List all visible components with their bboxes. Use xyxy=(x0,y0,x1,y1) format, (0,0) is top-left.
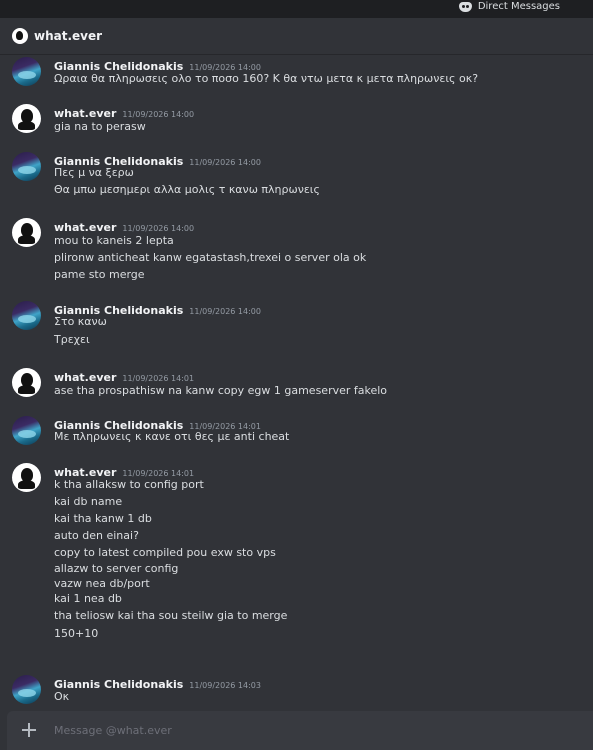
message-text: pame sto merge xyxy=(54,268,145,281)
channel-avatar[interactable] xyxy=(12,28,28,44)
message-text: tha teliosw kai tha sou steilw gia to me… xyxy=(54,609,288,622)
author-name[interactable]: what.ever xyxy=(54,371,116,384)
message-list: Giannis Chelidonakis 11/09/2026 14:00 Ωραι… xyxy=(0,55,593,710)
timestamp: 11/09/2026 14:00 xyxy=(189,158,261,167)
message-text: kai db name xyxy=(54,495,123,508)
message-text: plironw anticheat kanw egatastash,trexei… xyxy=(54,251,367,264)
message-text: copy to latest compiled pou exw sto vps xyxy=(54,546,276,559)
avatar[interactable] xyxy=(12,301,41,330)
avatar[interactable] xyxy=(12,104,41,133)
top-bar: Direct Messages xyxy=(0,0,593,18)
avatar[interactable] xyxy=(12,57,41,86)
message-header: what.ever 11/09/2026 14:00 xyxy=(54,216,194,235)
message-input[interactable] xyxy=(54,720,574,740)
message-text: Ωραια θα πληρωσεις ολο το ποσο 160? Κ θα… xyxy=(54,72,479,85)
timestamp: 11/09/2026 14:01 xyxy=(122,469,195,478)
message-text: Πες μ να ξερω xyxy=(54,166,134,179)
message-text: Οκ xyxy=(54,690,70,703)
avatar[interactable] xyxy=(12,152,41,181)
author-name[interactable]: what.ever xyxy=(54,107,116,120)
avatar[interactable] xyxy=(12,463,41,492)
author-name[interactable]: what.ever xyxy=(54,221,116,234)
timestamp: 11/09/2026 14:00 xyxy=(122,110,195,119)
message-text: Με πληρωνεις κ κανε οτι θες με anti chea… xyxy=(54,430,290,443)
message-text: allazw to server config xyxy=(54,562,179,575)
message-text: kai 1 nea db xyxy=(54,592,122,605)
message-text: Τρεχει xyxy=(54,333,90,346)
message-text: Θα μπω μεσημερι αλλα μολις τ κανω πληρων… xyxy=(54,183,320,196)
discord-icon xyxy=(458,1,472,12)
message-text: auto den einai? xyxy=(54,529,139,542)
author-name[interactable]: Giannis Chelidonakis xyxy=(54,678,183,691)
avatar[interactable] xyxy=(12,416,41,445)
timestamp: 11/09/2026 14:01 xyxy=(122,374,195,383)
avatar[interactable] xyxy=(12,368,41,397)
message-text: k tha allaksw to config port xyxy=(54,478,204,491)
direct-messages-label[interactable]: Direct Messages xyxy=(458,1,560,12)
timestamp: 11/09/2026 14:00 xyxy=(122,224,195,233)
timestamp: 11/09/2026 14:00 xyxy=(189,63,261,72)
avatar[interactable] xyxy=(12,675,41,704)
timestamp: 11/09/2026 14:03 xyxy=(189,681,261,690)
message-text: Στο κανω xyxy=(54,315,107,328)
direct-messages-text: Direct Messages xyxy=(477,1,560,12)
avatar[interactable] xyxy=(12,218,41,247)
message-text: 150+10 xyxy=(54,627,99,640)
message-text: vazw nea db/port xyxy=(54,577,150,590)
channel-name[interactable]: what.ever xyxy=(34,29,102,43)
message-text: ase tha prospathisw na kanw copy egw 1 g… xyxy=(54,384,388,397)
add-attachment-icon[interactable] xyxy=(20,721,38,739)
message-header: Giannis Chelidonakis 11/09/2026 14:03 xyxy=(54,673,261,692)
message-header: what.ever 11/09/2026 14:01 xyxy=(54,366,194,385)
channel-header: what.ever xyxy=(0,18,593,55)
timestamp: 11/09/2026 14:00 xyxy=(189,307,261,316)
message-text: mou to kaneis 2 lepta xyxy=(54,234,174,247)
message-text: gia na to perasw xyxy=(54,120,146,133)
message-text: kai tha kanw 1 db xyxy=(54,512,152,525)
message-header: what.ever 11/09/2026 14:00 xyxy=(54,102,194,121)
message-composer xyxy=(7,711,593,750)
